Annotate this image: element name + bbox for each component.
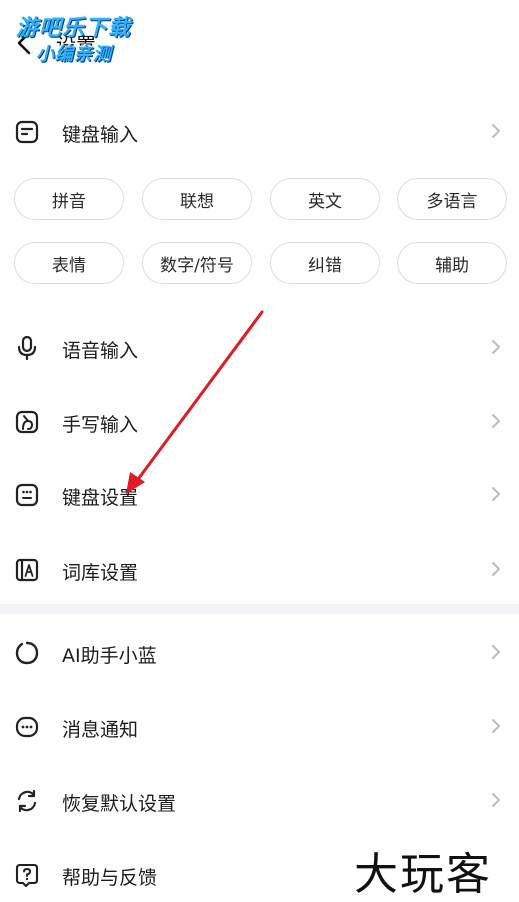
header: 设置 游吧乐下载 小编亲测: [0, 0, 519, 80]
keyboard-input-icon: [15, 120, 39, 144]
chip-pinyin[interactable]: 拼音: [14, 178, 124, 220]
handwriting-input-row[interactable]: 手写输入: [0, 391, 519, 451]
help-feedback-label: 帮助与反馈: [62, 867, 158, 889]
keyboard-settings-label: 键盘设置: [62, 487, 139, 509]
ai-assistant-row[interactable]: AI助手小蓝: [0, 622, 519, 682]
message-notification-label: 消息通知: [62, 719, 139, 741]
reset-icon: [17, 789, 37, 813]
ai-assistant-label: AI助手小蓝: [62, 645, 157, 667]
brand-watermark: 大玩客: [354, 849, 492, 900]
chevron-right-icon: [492, 645, 500, 659]
reset-default-label: 恢复默认设置: [62, 793, 177, 815]
voice-input-row[interactable]: 语音输入: [0, 317, 519, 377]
chip-assist[interactable]: 辅助: [397, 242, 507, 284]
reset-default-row[interactable]: 恢复默认设置: [0, 770, 519, 830]
chevron-right-icon: [492, 340, 500, 354]
dictionary-settings-label: 词库设置: [62, 562, 139, 584]
keyboard-input-label: 键盘输入: [62, 124, 139, 146]
watermark-logo: 游吧乐下载 小编亲测: [14, 6, 154, 68]
ai-assistant-icon: [15, 641, 39, 665]
handwriting-input-label: 手写输入: [62, 414, 139, 436]
dictionary-settings-row[interactable]: 词库设置: [0, 539, 519, 599]
chevron-right-icon: [492, 562, 500, 576]
chevron-right-icon: [492, 487, 500, 501]
chip-english[interactable]: 英文: [270, 178, 380, 220]
help-icon: [15, 863, 39, 888]
chip-correction[interactable]: 纠错: [270, 242, 380, 284]
dictionary-icon: [15, 558, 39, 582]
chevron-right-icon: [492, 719, 500, 733]
chip-association[interactable]: 联想: [142, 178, 252, 220]
chip-multilanguage[interactable]: 多语言: [397, 178, 507, 220]
chevron-right-icon: [492, 793, 500, 807]
message-icon: [15, 716, 39, 738]
chevron-right-icon: [492, 124, 500, 138]
chevron-right-icon: [492, 414, 500, 428]
watermark-text-2: 小编亲测: [36, 44, 112, 65]
handwriting-icon: [15, 410, 39, 434]
chip-number-symbol[interactable]: 数字/符号: [142, 242, 252, 284]
microphone-icon: [17, 335, 37, 361]
voice-input-label: 语音输入: [62, 340, 139, 362]
message-notification-row[interactable]: 消息通知: [0, 696, 519, 756]
keyboard-input-row[interactable]: 键盘输入: [0, 101, 519, 161]
keyboard-settings-row[interactable]: 键盘设置: [0, 464, 519, 524]
watermark-text-1: 游吧乐下载: [16, 16, 132, 41]
section-divider: [0, 604, 519, 614]
chip-emoji[interactable]: 表情: [14, 242, 124, 284]
keyboard-settings-icon: [15, 483, 39, 507]
